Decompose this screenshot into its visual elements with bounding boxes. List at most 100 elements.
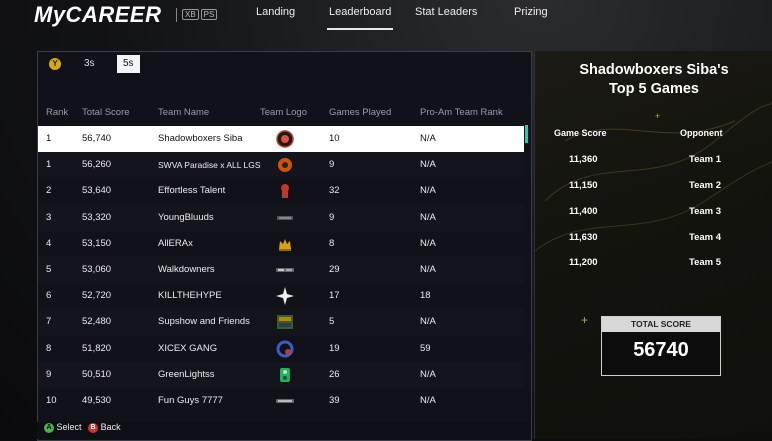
table-row[interactable]: 3 53,320 YoungBluuds 9 N/A bbox=[38, 205, 524, 231]
team-name-cell: GreenLightss bbox=[158, 368, 215, 380]
xbox-badge: XB bbox=[182, 9, 199, 20]
proam-cell: N/A bbox=[420, 368, 436, 380]
games-cell: 39 bbox=[329, 394, 340, 406]
rank-cell: 6 bbox=[46, 290, 52, 302]
team-name-cell: Shadowboxers Siba bbox=[158, 133, 243, 144]
effortless-logo-icon bbox=[276, 182, 294, 200]
tab-5s[interactable]: 5s bbox=[117, 55, 140, 73]
top-games-panel: Shadowboxers Siba's Top 5 Games Game Sco… bbox=[534, 51, 772, 439]
rank-cell: 2 bbox=[46, 185, 52, 197]
youngbluuds-logo-icon bbox=[276, 209, 294, 227]
table-row[interactable]: 4 53,150 AllERAx 8 N/A bbox=[38, 231, 524, 257]
top-games-title: Shadowboxers Siba's Top 5 Games bbox=[535, 61, 772, 99]
score-cell: 51,820 bbox=[82, 342, 112, 354]
score-cell: 53,320 bbox=[82, 211, 112, 223]
score-cell: 53,060 bbox=[82, 263, 112, 275]
proam-cell: 59 bbox=[420, 342, 431, 354]
xicex-logo-icon bbox=[276, 340, 294, 358]
team-name-cell: KILLTHEHYPE bbox=[158, 290, 222, 302]
nav-stat-leaders[interactable]: Stat Leaders bbox=[415, 6, 477, 18]
games-cell: 29 bbox=[329, 263, 340, 275]
team-name-cell: YoungBluuds bbox=[158, 211, 214, 223]
rank-cell: 1 bbox=[46, 133, 52, 144]
table-row[interactable]: 2 53,640 Effortless Talent 32 N/A bbox=[38, 178, 524, 204]
table-row[interactable]: 7 52,480 Supshow and Friends 5 N/A bbox=[38, 309, 524, 335]
select-hint[interactable]: Select bbox=[57, 422, 82, 432]
top-navigation: MyCAREER XB PS Landing Leaderboard Stat L… bbox=[0, 0, 772, 34]
table-row[interactable]: 1 56,740 Shadowboxers Siba 10 N/A bbox=[38, 126, 524, 153]
opponent-value: Team 5 bbox=[689, 257, 722, 268]
plus-decoration-icon: + bbox=[655, 111, 661, 121]
game-score-value: 11,200 bbox=[569, 257, 598, 268]
games-cell: 26 bbox=[329, 368, 340, 380]
rank-cell: 7 bbox=[46, 316, 52, 328]
walkdowners-logo-icon bbox=[276, 261, 294, 279]
table-row[interactable]: 6 52,720 KILLTHEHYPE 17 18 bbox=[38, 283, 524, 309]
table-row[interactable]: 9 50,510 GreenLightss 26 N/A bbox=[38, 362, 524, 388]
tab-3s[interactable]: 3s bbox=[78, 55, 101, 73]
total-score-value: 56740 bbox=[633, 339, 689, 361]
score-cell: 53,150 bbox=[82, 237, 112, 249]
table-row[interactable]: 8 51,820 XICEX GANG 19 59 bbox=[38, 336, 524, 362]
column-header-team-logo: Team Logo bbox=[260, 107, 308, 118]
games-cell: 9 bbox=[329, 159, 335, 171]
rank-cell: 10 bbox=[46, 394, 57, 406]
mycareer-logo: MyCAREER bbox=[34, 2, 162, 27]
supshow-logo-icon bbox=[276, 313, 294, 331]
back-hint[interactable]: Back bbox=[101, 422, 121, 432]
game-score-value: 11,150 bbox=[569, 180, 598, 191]
proam-cell: N/A bbox=[420, 237, 436, 249]
table-row[interactable]: 1 56,260 SWVA Paradise x ALL LGS 9 N/A bbox=[38, 152, 524, 178]
y-button-icon: Y bbox=[49, 58, 61, 70]
platform-badges: XB PS bbox=[182, 9, 219, 20]
shadowboxers-logo-icon bbox=[276, 130, 294, 148]
team-name-cell: SWVA Paradise x ALL LGS bbox=[158, 160, 261, 171]
team-size-tabs: Y 3s 5s bbox=[38, 52, 531, 78]
score-cell: 50,510 bbox=[82, 368, 112, 380]
total-score-label: TOTAL SCORE bbox=[602, 317, 720, 332]
opponent-header: Opponent bbox=[680, 128, 723, 138]
team-name-cell: Supshow and Friends bbox=[158, 316, 250, 328]
leaderboard-panel: Y 3s 5s Rank Total Score Team Name Team … bbox=[37, 51, 532, 441]
team-name-cell: Walkdowners bbox=[158, 263, 215, 275]
games-cell: 9 bbox=[329, 211, 335, 223]
proam-cell: N/A bbox=[420, 211, 436, 223]
game-score-value: 11,400 bbox=[569, 206, 598, 217]
top-games-title-line2: Top 5 Games bbox=[609, 81, 699, 97]
score-cell: 56,260 bbox=[82, 159, 112, 171]
nav-prizing[interactable]: Prizing bbox=[514, 6, 548, 18]
rank-cell: 8 bbox=[46, 342, 52, 354]
logo-divider bbox=[176, 8, 177, 22]
games-cell: 8 bbox=[329, 237, 335, 249]
proam-cell: 18 bbox=[420, 290, 431, 302]
score-cell: 56,740 bbox=[82, 133, 112, 144]
table-row[interactable]: 5 53,060 Walkdowners 29 N/A bbox=[38, 257, 524, 283]
proam-cell: N/A bbox=[420, 316, 436, 328]
proam-cell: N/A bbox=[420, 133, 436, 144]
rank-cell: 9 bbox=[46, 368, 52, 380]
rank-cell: 3 bbox=[46, 211, 52, 223]
score-cell: 53,640 bbox=[82, 185, 112, 197]
button-hints: A Select B Back bbox=[37, 422, 530, 439]
leaderboard-table: 1 56,740 Shadowboxers Siba 10 N/A 1 56,2… bbox=[38, 126, 524, 414]
nav-landing[interactable]: Landing bbox=[256, 6, 295, 18]
greenlightss-logo-icon bbox=[276, 366, 294, 384]
team-name-cell: AllERAx bbox=[158, 237, 193, 249]
games-cell: 32 bbox=[329, 185, 340, 197]
table-row[interactable]: 10 49,530 Fun Guys 7777 39 N/A bbox=[38, 388, 524, 414]
score-cell: 52,720 bbox=[82, 290, 112, 302]
nav-leaderboard[interactable]: Leaderboard bbox=[326, 6, 394, 30]
score-cell: 52,480 bbox=[82, 316, 112, 328]
funguys-logo-icon bbox=[276, 392, 294, 410]
b-button-icon: B bbox=[88, 422, 99, 433]
team-name-cell: Fun Guys 7777 bbox=[158, 394, 223, 406]
column-header-team-name: Team Name bbox=[158, 107, 210, 118]
column-header-rank: Rank bbox=[46, 107, 69, 118]
opponent-value: Team 3 bbox=[689, 206, 722, 217]
games-cell: 17 bbox=[329, 290, 340, 302]
proam-cell: N/A bbox=[420, 159, 436, 171]
games-cell: 5 bbox=[329, 316, 335, 328]
scrollbar-thumb[interactable] bbox=[525, 125, 528, 143]
game-score-value: 11,630 bbox=[569, 232, 598, 243]
rank-cell: 4 bbox=[46, 237, 52, 249]
